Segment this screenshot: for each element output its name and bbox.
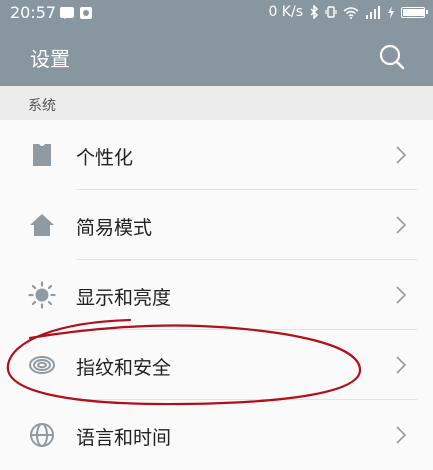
section-header-system: 系统 bbox=[0, 86, 433, 120]
chevron-right-icon bbox=[396, 216, 407, 234]
signal-icon bbox=[366, 5, 380, 19]
list-item-display-brightness[interactable]: 显示和亮度 bbox=[0, 260, 433, 330]
chevron-right-icon bbox=[396, 286, 407, 304]
status-bar: 20:57 0 K/s bbox=[0, 0, 433, 28]
image-icon bbox=[80, 7, 92, 19]
list-item-label: 显示和亮度 bbox=[76, 287, 172, 309]
list-item-label: 指纹和安全 bbox=[76, 357, 172, 379]
brightness-icon bbox=[28, 281, 56, 309]
status-indicators: 0 K/s bbox=[268, 4, 428, 20]
section-label: 系统 bbox=[28, 98, 56, 114]
wifi-icon bbox=[343, 6, 359, 19]
search-icon[interactable] bbox=[377, 42, 407, 72]
message-icon bbox=[60, 7, 74, 19]
list-item-simple-mode[interactable]: 简易模式 bbox=[0, 190, 433, 260]
vibrate-icon bbox=[325, 6, 337, 18]
notification-icons bbox=[60, 7, 92, 19]
settings-list: 个性化 简易模式 显示和亮度 指纹和安全 语言和时间 bbox=[0, 120, 433, 470]
data-rate: 0 K/s bbox=[268, 4, 303, 20]
chevron-right-icon bbox=[396, 426, 407, 444]
charging-icon bbox=[388, 5, 394, 19]
globe-icon bbox=[30, 423, 54, 447]
list-item-personalize[interactable]: 个性化 bbox=[0, 120, 433, 190]
bluetooth-icon bbox=[310, 5, 319, 19]
status-time: 20:57 bbox=[10, 3, 57, 22]
page-title: 设置 bbox=[30, 47, 70, 71]
home-icon bbox=[30, 214, 54, 236]
chevron-right-icon bbox=[396, 146, 407, 164]
list-item-label: 个性化 bbox=[76, 147, 134, 169]
title-bar: 设置 bbox=[0, 28, 433, 86]
chevron-right-icon bbox=[396, 356, 407, 374]
list-item-label: 简易模式 bbox=[76, 217, 153, 239]
list-item-language-time[interactable]: 语言和时间 bbox=[0, 400, 433, 470]
personalize-icon bbox=[33, 144, 51, 166]
battery-icon bbox=[401, 6, 428, 18]
list-item-fingerprint-security[interactable]: 指纹和安全 bbox=[0, 330, 433, 400]
list-item-label: 语言和时间 bbox=[76, 427, 172, 449]
fingerprint-icon bbox=[29, 356, 55, 374]
